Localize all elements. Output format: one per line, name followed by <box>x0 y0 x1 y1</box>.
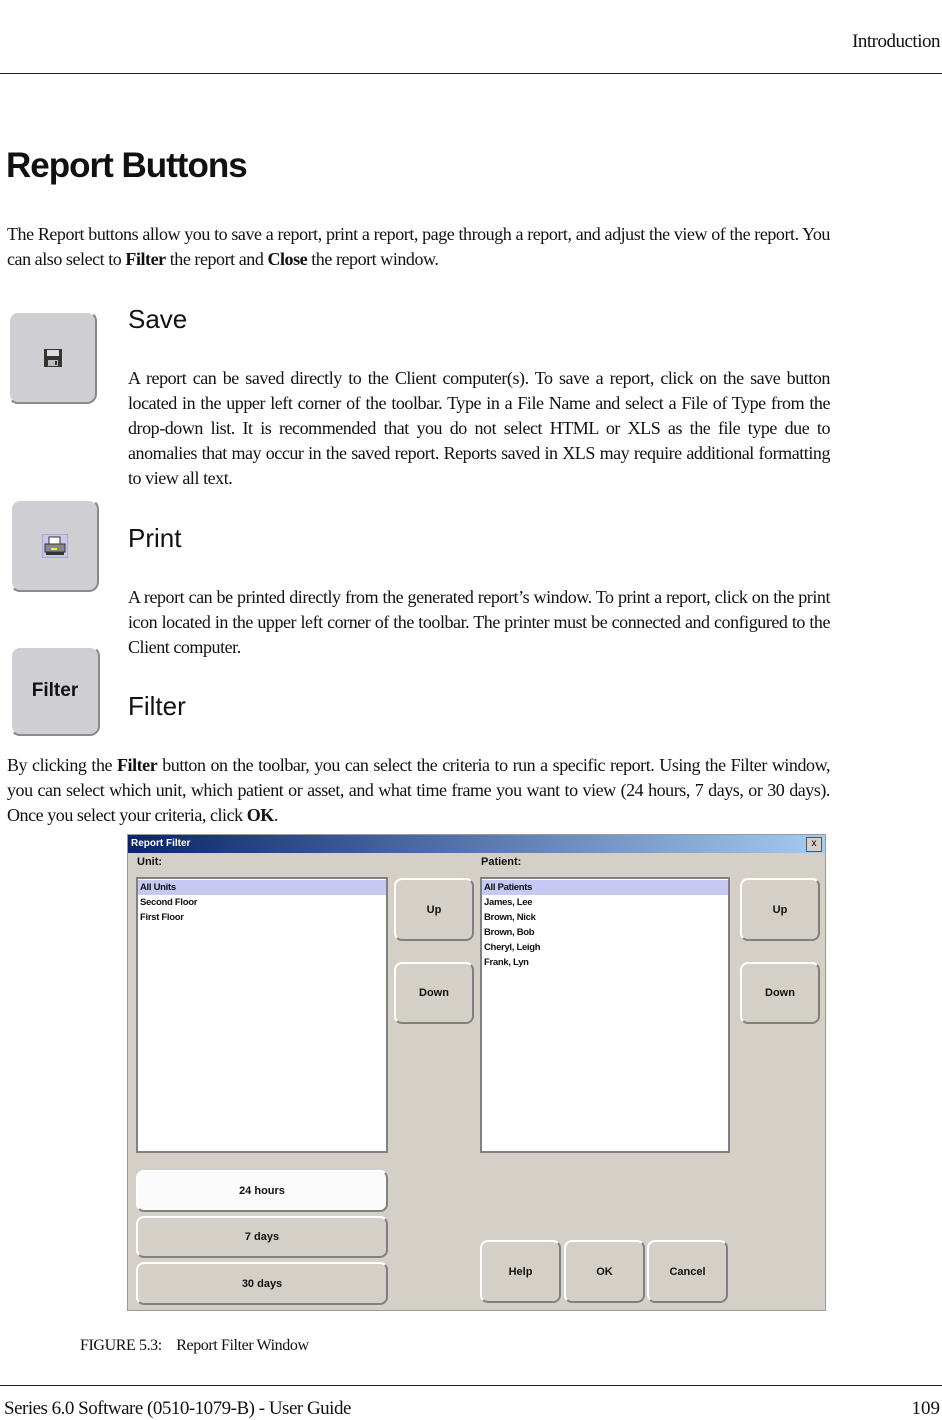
print-button[interactable] <box>10 499 99 592</box>
patient-list[interactable]: All Patients James, Lee Brown, Nick Brow… <box>480 877 730 1153</box>
text: . <box>273 805 279 825</box>
patient-down-button[interactable]: Down <box>740 962 820 1024</box>
printer-icon <box>41 533 68 558</box>
cancel-button[interactable]: Cancel <box>647 1240 728 1303</box>
list-item[interactable]: Cheryl, Leigh <box>482 940 728 955</box>
list-item[interactable]: Frank, Lyn <box>482 955 728 970</box>
print-paragraph: A report can be printed directly from th… <box>128 587 830 657</box>
intro-paragraph: The Report buttons allow you to save a r… <box>7 222 830 272</box>
help-button[interactable]: Help <box>480 1240 561 1303</box>
floppy-disk-icon <box>43 348 62 367</box>
7-days-button[interactable]: 7 days <box>136 1216 388 1258</box>
ok-button[interactable]: OK <box>564 1240 645 1303</box>
list-item[interactable]: James, Lee <box>482 895 728 910</box>
running-header: Introduction <box>852 31 940 52</box>
text: the report window. <box>307 249 439 269</box>
page-title: Report Buttons <box>6 146 248 185</box>
text: the report and <box>165 249 268 269</box>
text: Filter <box>125 249 166 269</box>
24-hours-button[interactable]: 24 hours <box>136 1170 388 1212</box>
footer-rule <box>0 1385 942 1386</box>
text: OK <box>246 805 275 825</box>
list-item[interactable]: First Floor <box>138 910 386 925</box>
save-heading: Save <box>128 304 188 334</box>
save-paragraph: A report can be saved directly to the Cl… <box>128 368 830 488</box>
caption-text: Report Filter Window <box>176 1337 309 1354</box>
text: By clicking the <box>7 755 117 775</box>
list-item[interactable]: Second Floor <box>138 895 386 910</box>
unit-list[interactable]: All Units Second Floor First Floor <box>136 877 388 1153</box>
list-item[interactable]: Brown, Bob <box>482 925 728 940</box>
list-item[interactable]: All Patients <box>482 880 728 895</box>
window-title: Report Filter <box>128 835 825 853</box>
text: Filter <box>116 755 158 775</box>
page-number: 109 <box>911 1398 941 1419</box>
unit-down-button[interactable]: Down <box>394 962 474 1024</box>
filter-heading: Filter <box>128 691 186 721</box>
figure-caption: FIGURE 5.3: Report Filter Window <box>80 1337 309 1355</box>
patient-label: Patient: <box>481 856 522 868</box>
save-button[interactable] <box>8 311 97 404</box>
footer-title: Series 6.0 Software (0510-1079-B) - User… <box>4 1398 351 1419</box>
document-page: Introduction Report Buttons The Report b… <box>0 0 942 1420</box>
filter-button[interactable]: Filter <box>10 646 100 736</box>
header-rule <box>0 73 942 74</box>
filter-paragraph: By clicking the Filter button on the too… <box>7 753 830 828</box>
close-icon[interactable]: x <box>806 837 822 852</box>
text: Close <box>267 249 308 269</box>
patient-up-button[interactable]: Up <box>740 878 820 941</box>
print-heading: Print <box>128 523 182 553</box>
unit-label: Unit: <box>137 856 163 868</box>
list-item[interactable]: Brown, Nick <box>482 910 728 925</box>
report-filter-window: Report Filter x Unit: Patient: All Units… <box>127 834 826 1311</box>
list-item[interactable]: All Units <box>138 880 386 895</box>
unit-up-button[interactable]: Up <box>394 878 474 941</box>
caption-label: FIGURE 5.3: <box>80 1337 162 1354</box>
30-days-button[interactable]: 30 days <box>136 1262 388 1305</box>
